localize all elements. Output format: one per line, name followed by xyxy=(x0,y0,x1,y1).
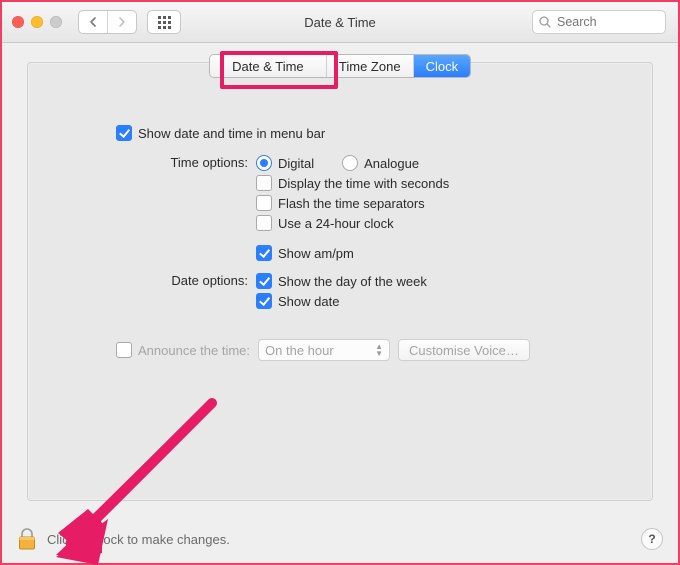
customise-voice-label: Customise Voice… xyxy=(409,343,519,358)
grid-icon xyxy=(158,16,171,29)
time-format-analogue-label: Analogue xyxy=(364,156,419,171)
show-menubar-checkbox[interactable] xyxy=(116,125,132,141)
window-minimize-button[interactable] xyxy=(31,16,43,28)
tab-date-time[interactable]: Date & Time xyxy=(210,55,326,77)
flash-separators-label: Flash the time separators xyxy=(278,196,425,211)
tab-clock[interactable]: Clock xyxy=(413,55,471,77)
search-input[interactable] xyxy=(555,14,659,30)
customise-voice-button: Customise Voice… xyxy=(398,339,530,361)
flash-separators-checkbox[interactable] xyxy=(256,195,272,211)
chevron-left-icon xyxy=(89,17,97,27)
content-panel: Show date and time in menu bar Time opti… xyxy=(27,62,653,501)
show-ampm-label: Show am/pm xyxy=(278,246,354,261)
show-ampm-checkbox[interactable] xyxy=(256,245,272,261)
date-options-label: Date options: xyxy=(108,273,256,288)
announce-time-label: Announce the time: xyxy=(138,343,250,358)
forward-button[interactable] xyxy=(107,11,136,33)
show-date-label: Show date xyxy=(278,294,339,309)
lock-icon[interactable] xyxy=(17,527,37,551)
show-day-of-week-label: Show the day of the week xyxy=(278,274,427,289)
nav-back-forward xyxy=(78,10,137,34)
help-button[interactable]: ? xyxy=(641,528,663,550)
time-format-digital-label: Digital xyxy=(278,156,314,171)
show-day-of-week-checkbox[interactable] xyxy=(256,273,272,289)
time-format-analogue-radio[interactable] xyxy=(342,155,358,171)
search-icon xyxy=(539,16,551,28)
show-all-button[interactable] xyxy=(147,10,181,34)
lock-hint-text: Click the lock to make changes. xyxy=(47,532,230,547)
use-24hr-checkbox[interactable] xyxy=(256,215,272,231)
popup-arrows-icon: ▲▼ xyxy=(375,343,383,357)
tab-segmented-control: Date & Time Time Zone Clock xyxy=(209,54,471,78)
time-options-label: Time options: xyxy=(108,155,256,170)
show-menubar-label: Show date and time in menu bar xyxy=(138,126,325,141)
show-date-checkbox[interactable] xyxy=(256,293,272,309)
display-seconds-label: Display the time with seconds xyxy=(278,176,449,191)
use-24hr-label: Use a 24-hour clock xyxy=(278,216,394,231)
announce-time-checkbox[interactable] xyxy=(116,342,132,358)
chevron-right-icon xyxy=(118,17,126,27)
display-seconds-checkbox[interactable] xyxy=(256,175,272,191)
window-zoom-button xyxy=(50,16,62,28)
time-format-digital-radio[interactable] xyxy=(256,155,272,171)
window-close-button[interactable] xyxy=(12,16,24,28)
titlebar: Date & Time xyxy=(2,2,678,43)
search-field[interactable] xyxy=(532,10,666,34)
tab-time-zone[interactable]: Time Zone xyxy=(326,55,413,77)
announce-interval-popup: On the hour ▲▼ xyxy=(258,339,390,361)
announce-interval-value: On the hour xyxy=(265,343,334,358)
back-button[interactable] xyxy=(79,11,107,33)
